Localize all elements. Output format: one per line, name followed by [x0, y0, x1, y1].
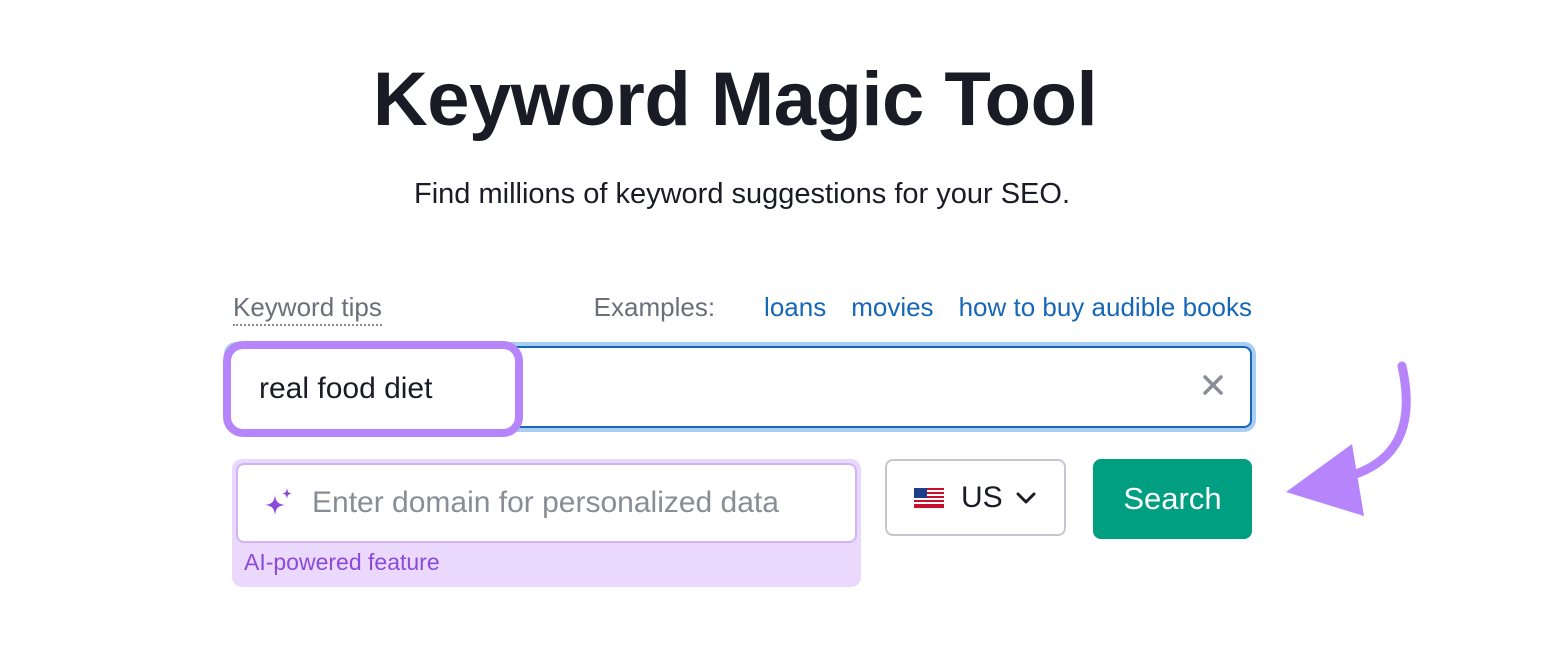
examples-label: Examples: — [593, 292, 716, 322]
keyword-magic-tool-page: Keyword Magic Tool Find millions of keyw… — [0, 0, 1554, 650]
us-flag-icon — [914, 487, 944, 508]
search-button[interactable]: Search — [1093, 459, 1252, 539]
page-title: Keyword Magic Tool — [372, 57, 1098, 142]
keyword-highlight-callout: real food diet — [223, 341, 523, 437]
chevron-down-icon — [1015, 491, 1037, 505]
sparkle-icon — [262, 486, 296, 520]
example-link-movies[interactable]: movies — [851, 292, 933, 322]
ai-domain-panel: AI-powered feature — [232, 459, 861, 587]
examples-row: Examples: loans movies how to buy audibl… — [594, 292, 1252, 322]
callout-arrow-icon — [1280, 360, 1430, 520]
country-code: US — [961, 480, 1003, 514]
example-link-loans[interactable]: loans — [764, 292, 826, 322]
example-link-audible-books[interactable]: how to buy audible books — [959, 292, 1252, 322]
domain-field[interactable] — [236, 463, 857, 543]
close-icon[interactable] — [1198, 370, 1228, 400]
domain-input[interactable] — [312, 486, 852, 520]
country-select[interactable]: US — [885, 459, 1066, 536]
page-subtitle: Find millions of keyword suggestions for… — [414, 178, 1070, 210]
ai-feature-caption: AI-powered feature — [244, 549, 440, 575]
keyword-tips-link[interactable]: Keyword tips — [233, 292, 382, 326]
keyword-input-value[interactable]: real food diet — [259, 371, 432, 407]
